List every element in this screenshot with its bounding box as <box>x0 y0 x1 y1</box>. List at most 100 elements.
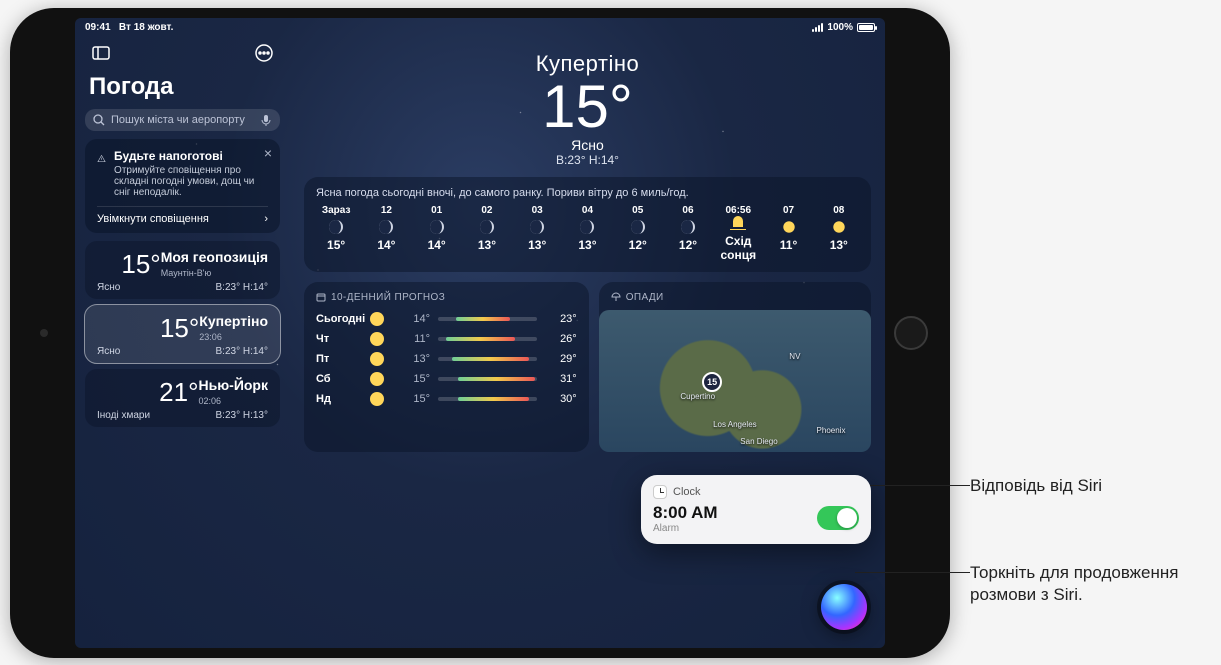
status-bar: 09:41 Вт 18 жовт. 100% <box>75 18 885 37</box>
moon-icon <box>329 220 343 234</box>
map-pin[interactable]: 15 <box>702 372 722 392</box>
sidebar: Погода Пошук міста чи аеропорту × Будьте… <box>75 37 290 648</box>
city-card[interactable]: Моя геопозиція15°Маунтін-В'юЯсноВ:23° Н:… <box>85 241 280 299</box>
city-sub: 02:06 <box>198 396 268 408</box>
sun-icon <box>370 352 384 366</box>
home-button[interactable] <box>894 316 928 350</box>
more-icon[interactable] <box>252 41 276 65</box>
hero-range: В:23° Н:14° <box>304 153 871 167</box>
ipad-frame: 09:41 Вт 18 жовт. 100% <box>10 8 950 658</box>
mic-icon[interactable] <box>260 114 272 126</box>
tenday-panel: 10-ДЕННИЙ ПРОГНОЗ Сьогодні14°23°Чт11°26°… <box>304 282 589 452</box>
moon-icon <box>580 220 594 234</box>
page-title: Погода <box>85 73 280 101</box>
sun-icon <box>370 372 384 386</box>
search-placeholder: Пошук міста чи аеропорту <box>111 114 254 126</box>
search-input[interactable]: Пошук міста чи аеропорту <box>85 109 280 131</box>
main-content: Купертіно 15° Ясно В:23° Н:14° Ясна пого… <box>290 37 885 648</box>
city-temp: 15° <box>97 249 161 280</box>
hourly-panel: Ясна погода сьогодні вночі, до самого ра… <box>304 177 871 272</box>
hour-cell: 07 11° <box>768 205 808 262</box>
hour-label: 08 <box>833 205 844 216</box>
hour-temp: 12° <box>629 238 647 252</box>
day-hi: 30° <box>545 393 577 405</box>
hour-cell: 1214° <box>366 205 406 262</box>
alert-enable-button[interactable]: Увімкнути сповіщення › <box>97 206 268 225</box>
alarm-sub: Alarm <box>653 523 718 534</box>
moon-icon <box>430 220 444 234</box>
day-lo: 15° <box>398 373 430 385</box>
hour-cell: Зараз15° <box>316 205 356 262</box>
screen: 09:41 Вт 18 жовт. 100% <box>75 18 885 648</box>
alarm-time: 8:00 AM <box>653 503 718 523</box>
day-lo: 15° <box>398 393 430 405</box>
city-range: В:23° Н:14° <box>161 282 268 293</box>
hour-label: 07 <box>783 205 794 216</box>
hour-label: 01 <box>431 205 442 216</box>
alarm-toggle[interactable] <box>817 506 859 530</box>
city-sub: 23:06 <box>199 332 268 344</box>
sun-icon <box>832 220 846 234</box>
day-lo: 14° <box>398 313 430 325</box>
callout-siri-continue: Торкніть для продовження розмови з Siri. <box>970 562 1200 606</box>
city-temp: 21° <box>97 377 198 408</box>
status-time: 09:41 <box>85 22 111 33</box>
day-hi: 26° <box>545 333 577 345</box>
close-icon[interactable]: × <box>264 145 272 161</box>
city-temp: 15° <box>97 313 199 344</box>
hour-temp: 13° <box>578 238 596 252</box>
temp-bar <box>438 377 537 381</box>
city-card[interactable]: Купертіно15°23:06ЯсноВ:23° Н:14° <box>85 305 280 363</box>
city-card[interactable]: Нью-Йорк21°02:06Іноді хмариВ:23° Н:13° <box>85 369 280 427</box>
precip-title: ОПАДИ <box>626 292 664 303</box>
sun-icon <box>370 332 384 346</box>
battery-percent: 100% <box>827 22 853 33</box>
hourly-desc: Ясна погода сьогодні вночі, до самого ра… <box>316 187 859 199</box>
temp-bar <box>438 397 537 401</box>
map-label: Phoenix <box>817 426 846 435</box>
map-label: Cupertino <box>680 392 715 401</box>
siri-response-card[interactable]: Clock 8:00 AM Alarm <box>641 475 871 544</box>
search-icon <box>93 114 105 126</box>
day-hi: 29° <box>545 353 577 365</box>
hourly-scroll[interactable]: Зараз15°1214°0114°0213°0313°0413°0512°06… <box>316 205 859 262</box>
day-row: Сб15°31° <box>316 369 577 389</box>
hour-label: 06 <box>682 205 693 216</box>
moon-icon <box>480 220 494 234</box>
hour-temp: 13° <box>528 238 546 252</box>
siri-app-name: Clock <box>673 486 701 498</box>
hour-label: Зараз <box>322 205 351 216</box>
status-left: 09:41 Вт 18 жовт. <box>85 22 173 33</box>
city-name: Нью-Йорк <box>198 377 268 395</box>
umbrella-alert-icon <box>97 149 106 169</box>
battery-icon <box>857 23 875 32</box>
city-list: Моя геопозиція15°Маунтін-В'юЯсноВ:23° Н:… <box>85 241 280 427</box>
city-cond: Ясно <box>97 282 161 293</box>
precip-map[interactable]: 15 NVCupertinoLos AngelesSan DiegoPhoeni… <box>599 310 871 452</box>
day-name: Нд <box>316 393 362 405</box>
day-row: Чт 11° 26° <box>316 329 577 349</box>
alert-body: Отримуйте сповіщення про складні погодні… <box>114 165 268 198</box>
wifi-icon <box>812 23 823 32</box>
hour-label: 04 <box>582 205 593 216</box>
siri-orb-button[interactable] <box>821 584 867 630</box>
hour-temp: 14° <box>428 238 446 252</box>
precip-panel[interactable]: ОПАДИ 15 NVCupertinoLos AngelesSan Diego… <box>599 282 871 452</box>
hour-label: 05 <box>632 205 643 216</box>
temp-bar <box>438 317 537 321</box>
hour-label: 12 <box>381 205 392 216</box>
map-pin-value: 15 <box>707 377 717 387</box>
hour-label: 06:56 <box>725 205 751 216</box>
hour-temp: 11° <box>780 238 797 252</box>
day-hi: 23° <box>545 313 577 325</box>
city-cond: Іноді хмари <box>97 410 198 421</box>
day-row: Сьогодні14°23° <box>316 309 577 329</box>
hero-temp: 15° <box>304 77 871 137</box>
day-lo: 13° <box>398 353 430 365</box>
day-name: Чт <box>316 333 362 345</box>
hour-label: 02 <box>481 205 492 216</box>
front-camera <box>40 329 48 337</box>
day-lo: 11° <box>398 333 430 345</box>
sidebar-toggle-icon[interactable] <box>89 41 113 65</box>
moon-icon <box>530 220 544 234</box>
